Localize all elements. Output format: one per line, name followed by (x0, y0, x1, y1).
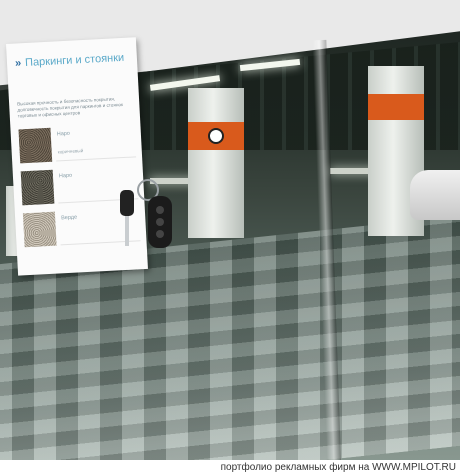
panel-title: » Паркинги и стоянки (14, 51, 135, 70)
divider (56, 156, 137, 162)
parked-car (410, 170, 460, 220)
item-sublabel: коричневый (57, 148, 84, 155)
caption-site-link[interactable]: WWW.MPILOT.RU (372, 462, 456, 473)
item-label: Наро (56, 130, 71, 138)
panel-description: Высокая прочность и безопасность покрыти… (17, 96, 124, 119)
no-parking-sign-icon (208, 128, 224, 144)
caption-prefix: портфолио рекламных фирм на (220, 462, 373, 473)
panel-title-text: Паркинги и стоянки (24, 51, 125, 70)
item-label: Верде (61, 214, 78, 222)
car-keys-icon (120, 179, 172, 248)
pillar (188, 88, 244, 238)
item-label: Наро (58, 172, 73, 180)
texture-swatch (20, 169, 55, 206)
chevron-right-icon: » (14, 57, 22, 70)
pillar-orange-band (368, 94, 424, 120)
list-item: Наро коричневый (18, 123, 137, 165)
texture-swatch (18, 127, 53, 164)
footer-caption: портфолио рекламных фирм на WWW.MPILOT.R… (0, 460, 460, 475)
texture-swatch (22, 211, 57, 248)
